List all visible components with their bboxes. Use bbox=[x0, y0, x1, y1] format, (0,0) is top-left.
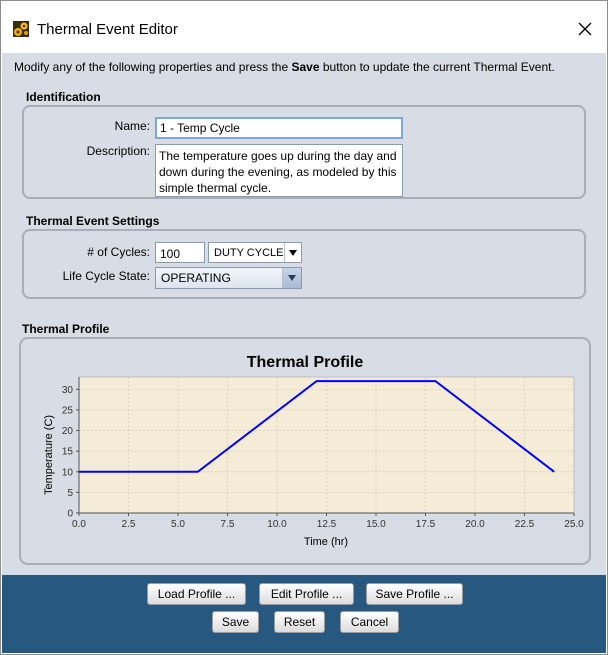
chevron-down-icon bbox=[282, 268, 301, 288]
description-field[interactable]: The temperature goes up during the day a… bbox=[155, 144, 403, 197]
y-axis-label: Temperature (C) bbox=[43, 415, 55, 495]
x-tick-label: 22.5 bbox=[515, 519, 535, 530]
y-tick-label: 20 bbox=[62, 426, 74, 437]
x-tick-label: 0.0 bbox=[72, 519, 86, 530]
window-title: Thermal Event Editor bbox=[37, 21, 178, 38]
x-tick-label: 25.0 bbox=[564, 519, 584, 530]
reset-button[interactable]: Reset bbox=[274, 611, 325, 633]
y-tick-label: 0 bbox=[67, 509, 73, 520]
cancel-button[interactable]: Cancel bbox=[340, 611, 399, 633]
title-bar: Thermal Event Editor bbox=[1, 1, 607, 45]
settings-group bbox=[22, 229, 586, 299]
life-cycle-value: OPERATING bbox=[161, 271, 231, 285]
instructions-text: Modify any of the following properties a… bbox=[14, 60, 555, 74]
cycles-field[interactable]: 100 bbox=[155, 242, 205, 263]
load-profile-button[interactable]: Load Profile ... bbox=[147, 583, 246, 605]
name-label: Name: bbox=[114, 119, 150, 133]
cycle-type-select[interactable]: DUTY CYCLE bbox=[208, 242, 302, 263]
identification-section-title: Identification bbox=[26, 90, 101, 104]
y-tick-label: 10 bbox=[62, 467, 74, 478]
x-axis-label: Time (hr) bbox=[304, 536, 348, 548]
life-cycle-label: Life Cycle State: bbox=[62, 269, 150, 283]
thermal-profile-chart: Thermal Profile 0.0 2.5 5.0 7.5 10.0 12.5 15.0… bbox=[19, 337, 591, 565]
description-label: Description: bbox=[86, 144, 150, 158]
x-tick-label: 10.0 bbox=[267, 519, 287, 530]
profile-section-title: Thermal Profile bbox=[22, 322, 110, 336]
cycles-value: 100 bbox=[160, 247, 181, 261]
chevron-down-icon bbox=[284, 243, 301, 262]
y-tick-label: 25 bbox=[62, 405, 74, 416]
y-tick-label: 15 bbox=[62, 447, 74, 458]
name-field[interactable]: 1 - Temp Cycle bbox=[155, 117, 403, 139]
edit-profile-button[interactable]: Edit Profile ... bbox=[259, 583, 354, 605]
y-tick-label: 5 bbox=[67, 488, 73, 499]
y-tick-label: 30 bbox=[62, 385, 74, 396]
x-tick-label: 15.0 bbox=[366, 519, 386, 530]
name-value: 1 - Temp Cycle bbox=[160, 121, 240, 135]
save-profile-button[interactable]: Save Profile ... bbox=[366, 583, 463, 605]
chart-title: Thermal Profile bbox=[247, 354, 364, 371]
cycles-label: # of Cycles: bbox=[87, 245, 150, 259]
button-bar: Load Profile ... Edit Profile ... Save P… bbox=[2, 575, 606, 653]
gears-app-icon bbox=[13, 21, 29, 37]
instructions-prefix: Modify any of the following properties a… bbox=[14, 60, 292, 74]
x-tick-label: 2.5 bbox=[122, 519, 136, 530]
cycle-type-value: DUTY CYCLE bbox=[214, 246, 284, 259]
description-value: The temperature goes up during the day a… bbox=[159, 149, 397, 195]
settings-section-title: Thermal Event Settings bbox=[26, 214, 160, 228]
x-tick-label: 20.0 bbox=[465, 519, 485, 530]
close-icon bbox=[578, 22, 592, 36]
instructions-save-word: Save bbox=[291, 60, 320, 74]
thermal-event-editor-window: Thermal Event Editor Modify any of the f… bbox=[0, 0, 608, 655]
instructions-suffix: button to update the current Thermal Eve… bbox=[319, 60, 555, 74]
x-tick-label: 17.5 bbox=[416, 519, 436, 530]
close-button[interactable] bbox=[571, 15, 599, 43]
x-tick-label: 12.5 bbox=[317, 519, 337, 530]
editor-content: Modify any of the following properties a… bbox=[2, 53, 606, 575]
save-button[interactable]: Save bbox=[212, 611, 259, 633]
x-tick-label: 5.0 bbox=[171, 519, 185, 530]
x-tick-label: 7.5 bbox=[221, 519, 235, 530]
chart-panel: Thermal Profile 0.0 2.5 5.0 7.5 10.0 12.5 15.0… bbox=[19, 337, 591, 565]
life-cycle-select[interactable]: OPERATING bbox=[155, 267, 302, 289]
